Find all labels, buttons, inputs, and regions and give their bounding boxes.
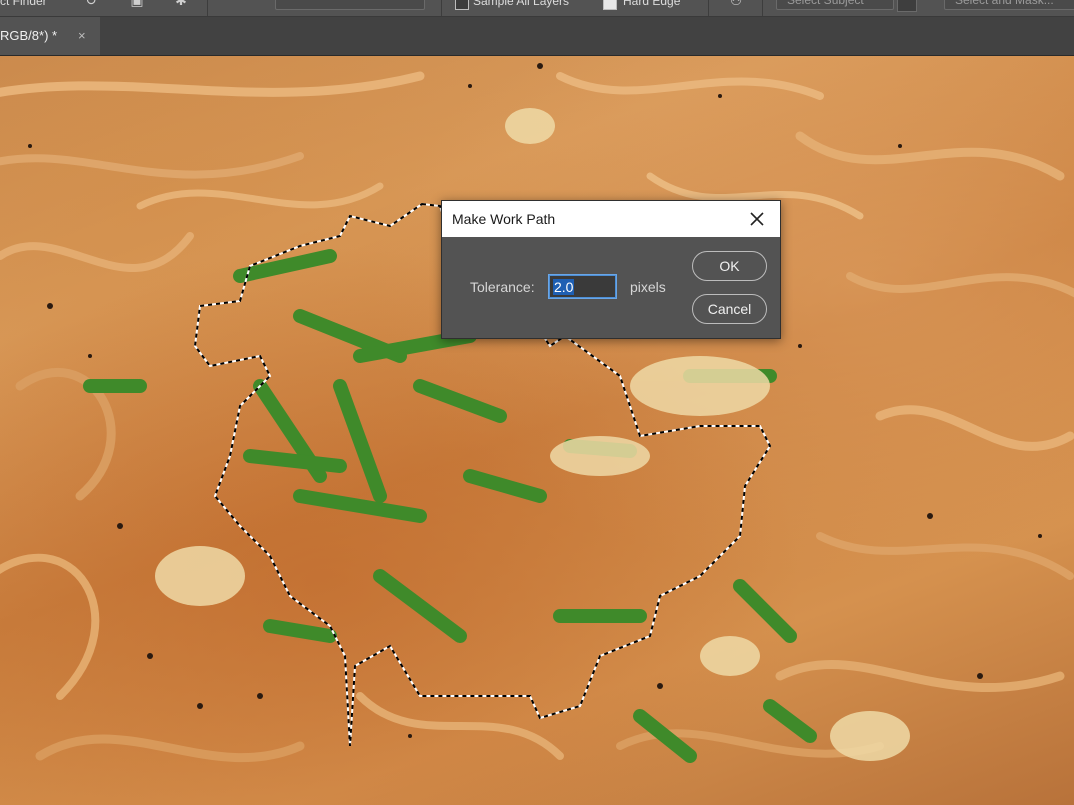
select-subject-button[interactable]: Select Subject bbox=[776, 0, 894, 10]
ok-button[interactable]: OK bbox=[692, 251, 767, 281]
sample-all-layers-label: Sample All Layers bbox=[473, 0, 570, 8]
options-bar: ct Finder ↻ ▣ ✱ Sample All Layers Hard E… bbox=[0, 0, 1074, 17]
refine-icon[interactable]: ⚇ bbox=[727, 0, 745, 10]
dialog-titlebar[interactable]: Make Work Path bbox=[442, 201, 780, 237]
document-tab-strip: RGB/8*) * × bbox=[0, 17, 1074, 56]
object-finder-label: ct Finder bbox=[0, 0, 47, 8]
hard-edge-checkbox[interactable] bbox=[603, 0, 617, 10]
document-canvas[interactable] bbox=[0, 56, 1074, 805]
select-subject-dropdown[interactable] bbox=[897, 0, 917, 12]
hard-edge-label: Hard Edge bbox=[623, 0, 681, 8]
tolerance-label: Tolerance: bbox=[470, 279, 535, 295]
toolbar-divider bbox=[441, 0, 442, 16]
close-icon[interactable] bbox=[745, 207, 769, 231]
make-work-path-dialog: Make Work Path Tolerance: 2.0 pixels OK … bbox=[441, 200, 781, 339]
canvas-photo bbox=[0, 63, 1074, 763]
spaghetti-strands bbox=[0, 71, 1074, 763]
toolbar-divider bbox=[207, 0, 208, 16]
tolerance-value: 2.0 bbox=[553, 279, 575, 295]
select-and-mask-button[interactable]: Select and Mask... bbox=[944, 0, 1074, 10]
rotate-icon[interactable]: ↻ bbox=[82, 0, 100, 10]
sample-all-layers-checkbox[interactable] bbox=[455, 0, 469, 10]
brush-size-field[interactable] bbox=[275, 0, 425, 10]
pixels-unit-label: pixels bbox=[630, 279, 666, 295]
gear-icon[interactable]: ✱ bbox=[172, 0, 190, 10]
close-icon[interactable]: × bbox=[78, 28, 86, 43]
dialog-title: Make Work Path bbox=[452, 211, 556, 227]
sample-icon[interactable]: ▣ bbox=[128, 0, 146, 10]
cancel-button[interactable]: Cancel bbox=[692, 294, 767, 324]
toolbar-divider bbox=[708, 0, 709, 16]
tolerance-input[interactable]: 2.0 bbox=[548, 274, 617, 299]
toolbar-divider bbox=[762, 0, 763, 16]
document-tab-title: RGB/8*) * bbox=[0, 28, 58, 43]
pepper-flecks bbox=[28, 63, 1042, 738]
document-tab[interactable]: RGB/8*) * × bbox=[0, 17, 100, 55]
